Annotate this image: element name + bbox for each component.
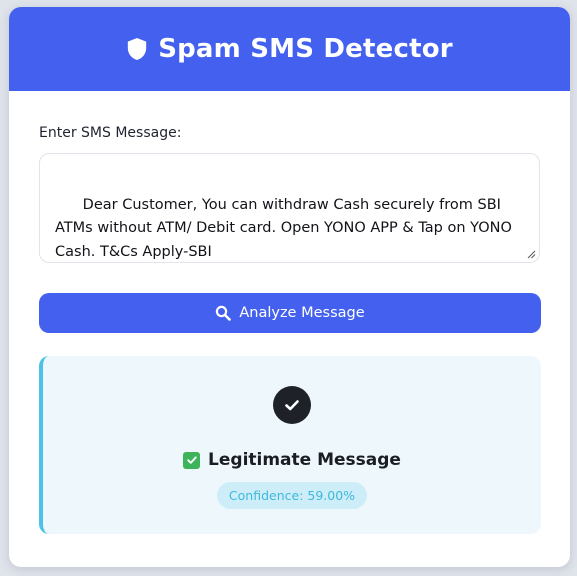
message-label: Enter SMS Message: — [39, 125, 182, 141]
resize-grip-icon[interactable] — [526, 249, 536, 259]
detector-card: Spam SMS Detector Enter SMS Message: Dea… — [9, 7, 570, 567]
form-body: Enter SMS Message: Dear Customer, You ca… — [9, 125, 570, 534]
header: Spam SMS Detector — [9, 7, 570, 91]
page-title: Spam SMS Detector — [158, 34, 453, 64]
search-icon — [216, 305, 232, 321]
verdict-label: Legitimate Message — [208, 450, 401, 470]
shield-icon — [128, 38, 147, 60]
analyze-button-label: Analyze Message — [239, 305, 365, 321]
green-checkbox-icon — [183, 451, 201, 469]
sms-message-text: Dear Customer, You can withdraw Cash sec… — [55, 196, 517, 260]
confidence-badge: Confidence: 59.00% — [216, 482, 368, 509]
sms-message-input[interactable]: Dear Customer, You can withdraw Cash sec… — [39, 153, 540, 263]
analyze-button[interactable]: Analyze Message — [39, 293, 541, 333]
result-panel: Legitimate Message Confidence: 59.00% — [39, 356, 541, 534]
verdict: Legitimate Message — [183, 450, 401, 470]
check-circle-icon — [273, 386, 311, 424]
